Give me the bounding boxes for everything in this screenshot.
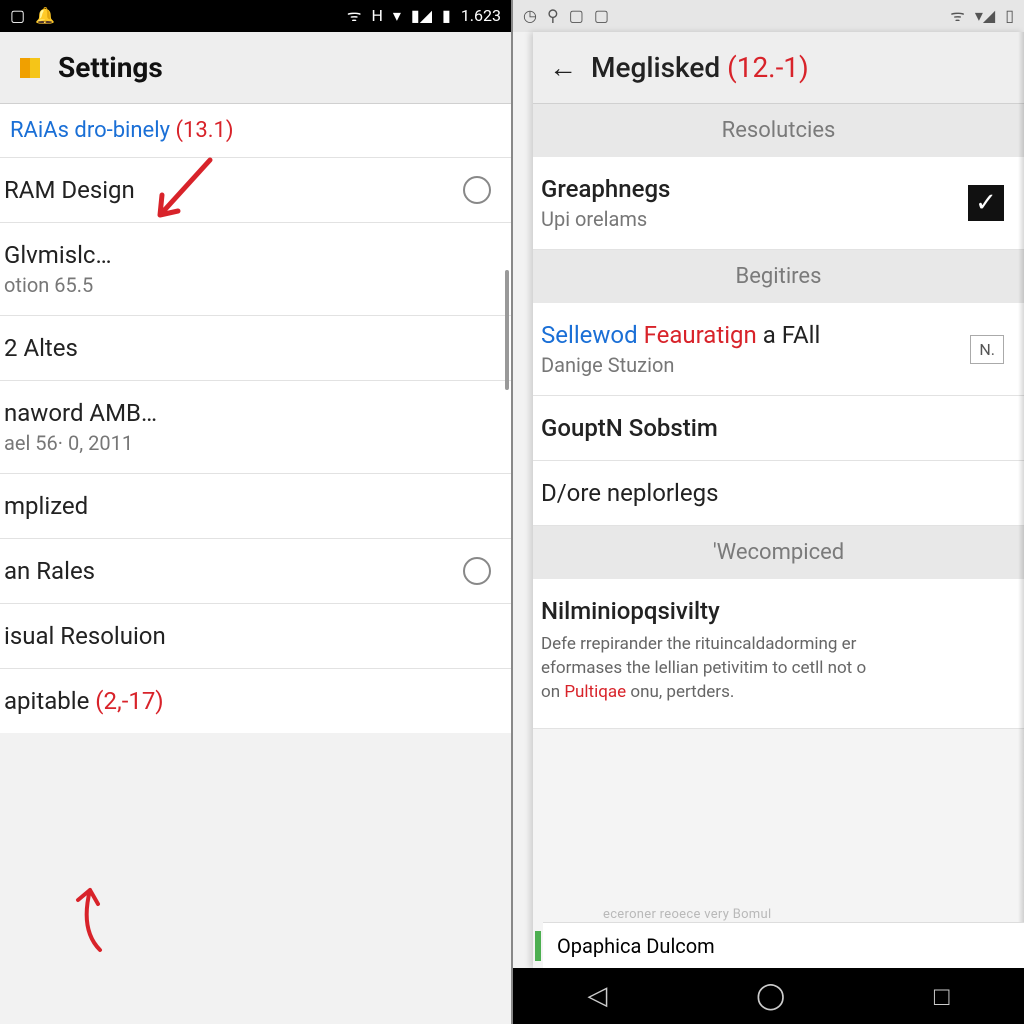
home-nav-icon[interactable]: ◯ <box>756 981 785 1011</box>
bottom-caption: eceroner reoece very Bomul <box>603 907 771 922</box>
list-item[interactable]: RAM Design <box>0 158 511 223</box>
battery-icon: ▮ <box>442 8 451 24</box>
page-title: Settings <box>58 51 163 84</box>
list-item[interactable]: Sellewod Feauratign a FAll Danige Stuzio… <box>533 303 1024 396</box>
picture-icon: ▢ <box>594 8 609 24</box>
list-item[interactable]: isual Resoluion <box>0 604 511 669</box>
list-item[interactable]: apitable (2,-17) <box>0 669 511 733</box>
list-item[interactable]: GouptN Sobstim <box>533 396 1024 461</box>
status-bar-right: ◷ ⚲ ▢ ▢ ᯤ ▾◢ ▯ <box>513 0 1024 32</box>
status-bar-left: ▢ 🔔 ᯤ H ▾ ▮◢ ▮ 1.623 <box>0 0 511 32</box>
back-icon[interactable]: ← <box>549 54 577 82</box>
titlebar-left: Settings <box>0 32 511 104</box>
radio-icon[interactable] <box>463 176 491 204</box>
signal-icon: ▾◢ <box>975 8 995 24</box>
app-icon <box>16 54 44 82</box>
wifi-icon: ᯤ <box>347 8 362 24</box>
scroll-shadow <box>1018 32 1024 968</box>
list-item[interactable]: D/ore neplorlegs <box>533 461 1024 526</box>
title-annotation: (12.-1) <box>727 51 809 84</box>
settings-list: RAM Design Glvmislc… otion 65.5 2 Altes … <box>0 158 511 733</box>
page-title: Meglisked <box>591 51 720 84</box>
wifi-icon: ᯤ <box>950 8 965 24</box>
left-screenshot: ▢ 🔔 ᯤ H ▾ ▮◢ ▮ 1.623 Settings RAiAs dro- <box>0 0 513 1024</box>
wifi-full-icon: ▾ <box>393 8 401 24</box>
list-item[interactable]: mplized <box>0 474 511 539</box>
section-header: Begitires <box>533 250 1024 303</box>
bell-icon: 🔔 <box>35 8 55 24</box>
right-screenshot: ◷ ⚲ ▢ ▢ ᯤ ▾◢ ▯ ← Meglisked (12.-1) Resol… <box>513 0 1024 1024</box>
radio-icon[interactable] <box>463 557 491 585</box>
link-annotation: (13.1) <box>175 118 233 143</box>
sync-icon: ◷ <box>523 8 537 24</box>
annotation-arrow-icon <box>60 880 130 964</box>
android-navbar: ◁ ◯ □ <box>513 968 1024 1024</box>
list-item[interactable]: naword AMB… ael 56· 0, 2011 <box>0 381 511 474</box>
titlebar-right: ← Meglisked (12.-1) <box>533 32 1024 104</box>
highlight-bar <box>535 931 541 961</box>
list-item[interactable]: 2 Altes <box>0 316 511 381</box>
link-row[interactable]: RAiAs dro-binely (13.1) <box>0 104 511 158</box>
picture-icon: ▢ <box>10 8 25 24</box>
small-button[interactable]: N. <box>970 335 1004 364</box>
signal-icon: ▮◢ <box>411 8 432 24</box>
scrollbar[interactable] <box>505 270 509 390</box>
key-icon: ⚲ <box>547 8 559 24</box>
bottom-row[interactable]: Opaphica Dulcom <box>543 922 1024 968</box>
list-item[interactable]: an Rales <box>0 539 511 604</box>
back-nav-icon[interactable]: ◁ <box>587 981 607 1011</box>
recent-nav-icon[interactable]: □ <box>934 981 950 1012</box>
item-annotation: (2,-17) <box>95 687 163 715</box>
battery-icon: ▯ <box>1005 8 1014 24</box>
picture-icon: ▢ <box>569 8 584 24</box>
status-clock: 1.623 <box>461 8 501 24</box>
data-icon: H <box>371 8 382 24</box>
section-header: 'Wecompiced <box>533 526 1024 579</box>
list-item[interactable]: Greaphnegs Upi orelams ✓ <box>533 157 1024 250</box>
list-item[interactable]: Nilminiopqsivilty Defe rrepirander the r… <box>533 579 1024 729</box>
section-header: Resolutcies <box>533 104 1024 157</box>
check-icon[interactable]: ✓ <box>968 185 1004 221</box>
list-item[interactable]: Glvmislc… otion 65.5 <box>0 223 511 316</box>
link-text[interactable]: RAiAs dro-binely <box>10 118 170 143</box>
